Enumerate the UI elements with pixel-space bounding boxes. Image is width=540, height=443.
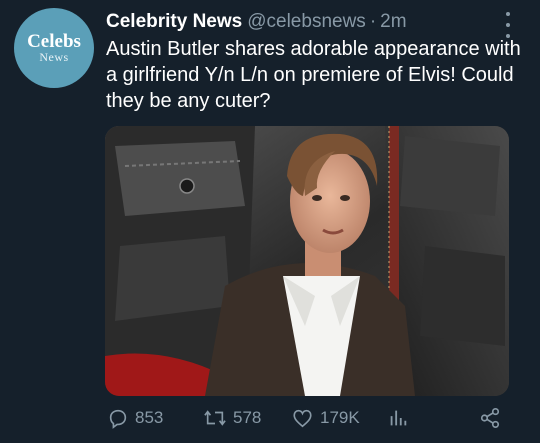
share-button[interactable] (479, 405, 501, 431)
share-icon (479, 407, 501, 429)
account-handle[interactable]: @celebsnews (247, 11, 366, 32)
like-count: 179K (320, 408, 360, 427)
avatar[interactable]: Celebs News (14, 8, 94, 88)
tweet-actions: 853 578 179K (105, 403, 525, 433)
more-vertical-icon[interactable] (500, 12, 516, 38)
reply-count: 853 (135, 408, 164, 427)
retweet-icon (203, 407, 227, 429)
reply-button[interactable]: 853 (107, 405, 163, 431)
like-icon (291, 407, 314, 429)
tweet-header: Celebrity News @celebsnews · 2m (106, 10, 506, 34)
separator-dot: · (369, 11, 377, 32)
account-name[interactable]: Celebrity News (106, 11, 242, 32)
tweet[interactable]: Celebs News Celebrity News @celebsnews · 2m… (0, 0, 540, 443)
tweet-text: Austin Butler shares adorable appearance… (106, 38, 521, 112)
like-button[interactable]: 179K (291, 405, 360, 431)
tweet-time[interactable]: 2m (380, 11, 406, 32)
analytics-icon (387, 407, 409, 429)
avatar-text-line1: Celebs (27, 31, 81, 52)
retweet-button[interactable]: 578 (203, 405, 261, 431)
tweet-photo[interactable] (105, 126, 509, 396)
analytics-button[interactable] (387, 405, 409, 431)
retweet-count: 578 (233, 408, 262, 427)
avatar-text-line2: News (39, 50, 69, 64)
reply-icon (107, 407, 129, 429)
